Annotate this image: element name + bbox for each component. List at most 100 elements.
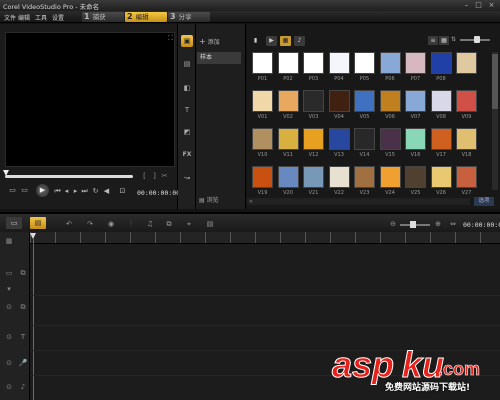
video-track-icon[interactable]: ⧉ (18, 268, 28, 278)
thumbnail-zoom-handle[interactable] (474, 36, 480, 43)
voice-track-icon[interactable]: 🎤 (18, 358, 28, 368)
media-thumbnail[interactable] (405, 128, 426, 150)
track-expand-icon[interactable]: ▾ (4, 284, 14, 294)
media-thumbnail[interactable] (252, 90, 273, 112)
sort-icon[interactable]: ⇅ (451, 36, 456, 43)
title-icon[interactable]: T (181, 104, 193, 116)
track-manager-icon[interactable]: ▦ (4, 236, 14, 246)
media-thumbnail[interactable] (379, 90, 401, 112)
subtitle-icon[interactable]: ▤ (205, 219, 215, 229)
media-thumbnail[interactable] (303, 90, 324, 112)
media-thumbnail[interactable] (303, 128, 324, 150)
menu-file[interactable]: 文件 (4, 13, 16, 22)
scroll-left-icon[interactable]: « (247, 198, 255, 205)
thumbnail-view-icon[interactable]: ▦ (439, 36, 449, 45)
browse-button[interactable]: ▤ 浏览 (199, 195, 219, 204)
prev-frame-icon[interactable]: ◂ (62, 187, 71, 196)
media-thumbnail[interactable] (252, 128, 273, 150)
trim-start-icon[interactable]: [ (140, 172, 149, 181)
zoom-out-icon[interactable]: ⊖ (388, 219, 398, 229)
step-share[interactable]: 3 分享 (168, 12, 210, 22)
repeat-icon[interactable]: ↻ (91, 187, 100, 196)
library-scrollbar-thumb[interactable] (492, 54, 498, 109)
video-track-icon[interactable]: ▭ (4, 268, 14, 278)
transition-icon[interactable]: ◧ (181, 82, 193, 94)
media-thumbnail[interactable] (456, 90, 477, 112)
split-icon[interactable]: ⧉ (164, 219, 174, 229)
media-thumbnail[interactable] (379, 52, 401, 74)
mixer-icon[interactable]: ⫶ (126, 219, 136, 229)
project-mode-icon[interactable]: ▭ (8, 186, 17, 195)
volume-icon[interactable]: ◀ (102, 187, 111, 196)
undo-icon[interactable]: ↶ (64, 219, 74, 229)
menu-tools[interactable]: 工具 (35, 13, 47, 22)
add-folder-button[interactable]: + 添加 (199, 37, 220, 46)
next-frame-icon[interactable]: ▸ (71, 187, 80, 196)
media-thumbnail[interactable] (277, 128, 299, 150)
step-edit[interactable]: 2 编辑 (125, 12, 167, 22)
expand-preview-icon[interactable]: ⛶ (166, 34, 175, 43)
title-track-icon[interactable]: T (18, 332, 28, 342)
split-clip-icon[interactable]: ✂ (160, 172, 169, 181)
media-icon[interactable]: ▣ (181, 35, 193, 47)
timeline-view-icon[interactable]: ▤ (30, 217, 46, 229)
media-thumbnail[interactable] (430, 166, 452, 188)
media-thumbnail[interactable] (430, 128, 452, 150)
media-thumbnail[interactable] (277, 166, 299, 188)
media-thumbnail[interactable] (379, 166, 401, 188)
maximize-icon[interactable]: □ (474, 1, 483, 9)
media-thumbnail[interactable] (328, 90, 350, 112)
end-icon[interactable]: ⏭ (80, 187, 89, 196)
menu-edit[interactable]: 编辑 (18, 13, 30, 22)
media-thumbnail[interactable] (430, 52, 452, 74)
media-thumbnail[interactable] (354, 128, 375, 150)
timeline-timecode[interactable]: 00:00:00:00 (463, 221, 500, 229)
media-thumbnail[interactable] (328, 128, 350, 150)
audio-filter-icon[interactable]: ♪ (294, 36, 305, 46)
auto-music-icon[interactable]: ♫ (145, 219, 155, 229)
media-thumbnail[interactable] (277, 90, 299, 112)
video-filter-icon[interactable]: ▶ (266, 36, 277, 46)
graphic-icon[interactable]: ◩ (181, 126, 193, 138)
media-thumbnail[interactable] (303, 52, 324, 74)
preview-timecode[interactable]: 00:00:00:00 (137, 189, 180, 197)
step-capture[interactable]: 1 捕获 (82, 12, 124, 22)
filter-icon[interactable]: FX (181, 149, 193, 161)
list-view-icon[interactable]: ≡ (428, 36, 438, 45)
media-thumbnail[interactable] (456, 52, 477, 74)
trim-end-icon[interactable]: ] (150, 172, 159, 181)
media-thumbnail[interactable] (252, 166, 273, 188)
close-icon[interactable]: × (487, 1, 496, 9)
media-thumbnail[interactable] (277, 52, 299, 74)
media-thumbnail[interactable] (328, 52, 350, 74)
track-visibility-icon[interactable]: ⊙ (4, 358, 14, 368)
fit-project-icon[interactable]: ⇔ (448, 219, 458, 229)
time-ruler[interactable] (30, 232, 500, 244)
media-thumbnail[interactable] (456, 166, 477, 188)
options-button[interactable]: 选项 (474, 197, 494, 206)
media-thumbnail[interactable] (405, 90, 426, 112)
photo-filter-icon[interactable]: ▦ (280, 36, 291, 46)
media-thumbnail[interactable] (354, 52, 375, 74)
library-horizontal-scrollbar[interactable] (247, 198, 470, 205)
menu-settings[interactable]: 设置 (52, 13, 64, 22)
minimize-icon[interactable]: – (462, 1, 471, 9)
path-icon[interactable]: ↝ (181, 172, 193, 184)
media-thumbnail[interactable] (303, 166, 324, 188)
record-icon[interactable]: ◉ (106, 219, 116, 229)
media-thumbnail[interactable] (354, 166, 375, 188)
instant-project-icon[interactable]: ▤ (181, 58, 193, 70)
scrubber-handle[interactable] (3, 170, 9, 176)
clip-mode-icon[interactable]: ▭ (20, 186, 29, 195)
track-visibility-icon[interactable]: ⊙ (4, 382, 14, 392)
track-visibility-icon[interactable]: ⊙ (4, 332, 14, 342)
motion-icon[interactable]: ⌖ (184, 219, 194, 229)
track-visibility-icon[interactable]: ⊙ (4, 302, 14, 312)
redo-icon[interactable]: ↷ (85, 219, 95, 229)
media-thumbnail[interactable] (405, 52, 426, 74)
media-thumbnail[interactable] (252, 52, 273, 74)
media-thumbnail[interactable] (405, 166, 426, 188)
media-thumbnail[interactable] (354, 90, 375, 112)
overlay-track-icon[interactable]: ⧉ (18, 302, 28, 312)
fit-icon[interactable]: ⊡ (118, 187, 127, 196)
